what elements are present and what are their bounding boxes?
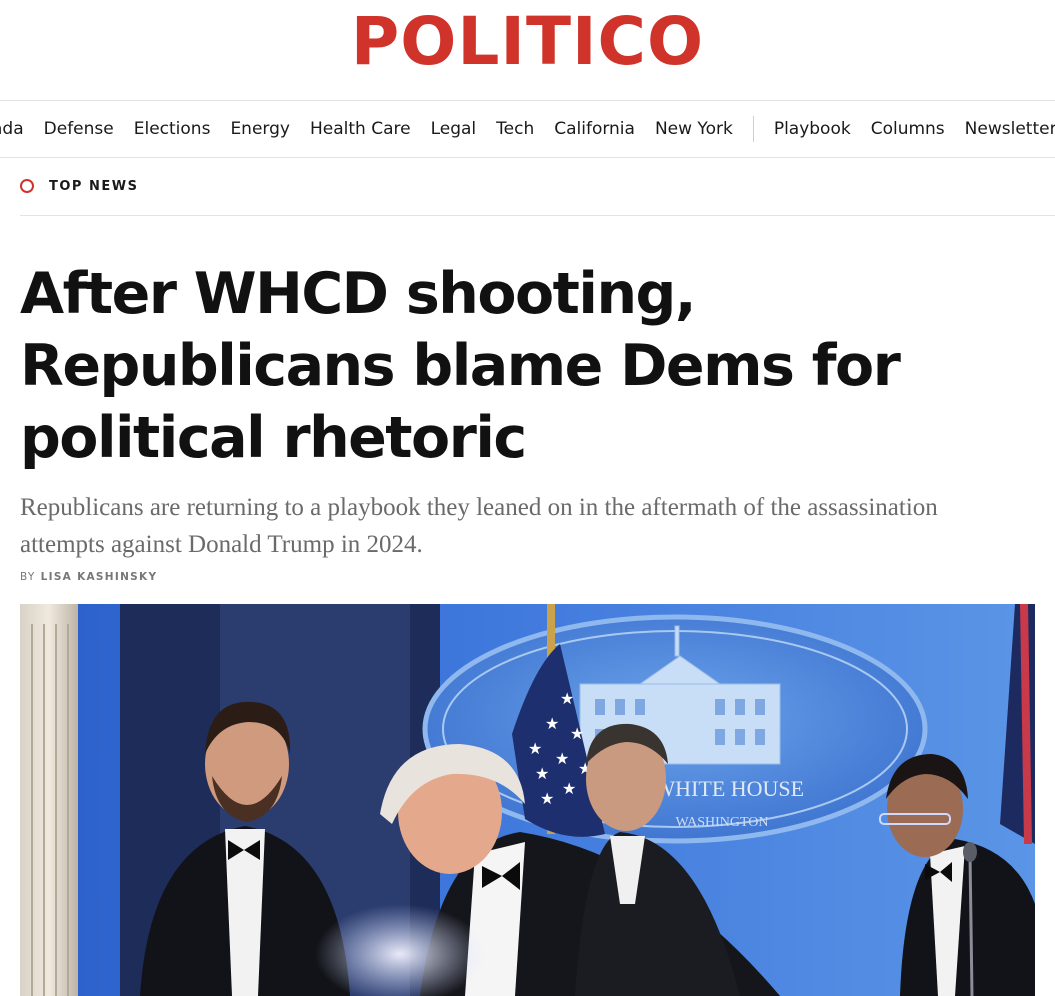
svg-text:★: ★	[560, 689, 574, 708]
byline: BY LISA KASHINSKY	[20, 571, 157, 583]
svg-text:★: ★	[545, 714, 559, 733]
circle-ring-icon	[20, 178, 34, 193]
nav-item-defense[interactable]: Defense	[44, 119, 114, 139]
byline-prefix: BY	[20, 571, 36, 583]
politico-logo[interactable]: POLITICO	[0, 2, 1055, 82]
section-label: TOP NEWS	[20, 158, 1055, 216]
author-link[interactable]: LISA KASHINSKY	[41, 571, 158, 583]
nav-item-tech[interactable]: Tech	[496, 119, 534, 139]
svg-text:★: ★	[555, 749, 569, 768]
lead-photo[interactable]: E WHITE HOUSE WASHINGTON ★ ★ ★ ★ ★ ★ ★ ★ ★	[20, 604, 1035, 996]
section-nav: ada Defense Elections Energy Health Care…	[0, 100, 1055, 158]
nav-item-energy[interactable]: Energy	[230, 119, 290, 139]
svg-text:★: ★	[570, 724, 584, 743]
seal-text-bottom: WASHINGTON	[675, 815, 768, 830]
lead-photo-image: E WHITE HOUSE WASHINGTON ★★★ ★★★ ★★★	[20, 604, 1035, 996]
nav-item-california[interactable]: California	[554, 119, 635, 139]
article-headline[interactable]: After WHCD shooting, Republicans blame D…	[20, 258, 1020, 474]
nav-divider	[752, 116, 754, 142]
headline-line-2: Republicans blame Dems for	[20, 333, 901, 399]
nav-item-elections[interactable]: Elections	[134, 119, 211, 139]
article-dek: Republicans are returning to a playbook …	[20, 494, 938, 558]
nav-track: ada Defense Elections Energy Health Care…	[0, 101, 1055, 157]
svg-text:★: ★	[540, 789, 554, 808]
nav-item-new-york[interactable]: New York	[655, 119, 733, 139]
nav-item-legal[interactable]: Legal	[431, 119, 477, 139]
masthead: POLITICO	[0, 0, 1055, 100]
nav-item-playbook[interactable]: Playbook	[774, 119, 851, 139]
svg-text:★: ★	[562, 779, 576, 798]
svg-text:★: ★	[528, 739, 542, 758]
svg-text:★: ★	[535, 764, 549, 783]
nav-item-newsletters[interactable]: Newsletters	[965, 119, 1055, 139]
top-news-label[interactable]: TOP NEWS	[49, 179, 138, 194]
nav-item-columns[interactable]: Columns	[871, 119, 945, 139]
nav-item-health-care[interactable]: Health Care	[310, 119, 411, 139]
nav-item-canada[interactable]: ada	[0, 119, 24, 139]
headline-line-3: political rhetoric	[20, 405, 527, 471]
headline-line-1: After WHCD shooting,	[20, 261, 697, 327]
